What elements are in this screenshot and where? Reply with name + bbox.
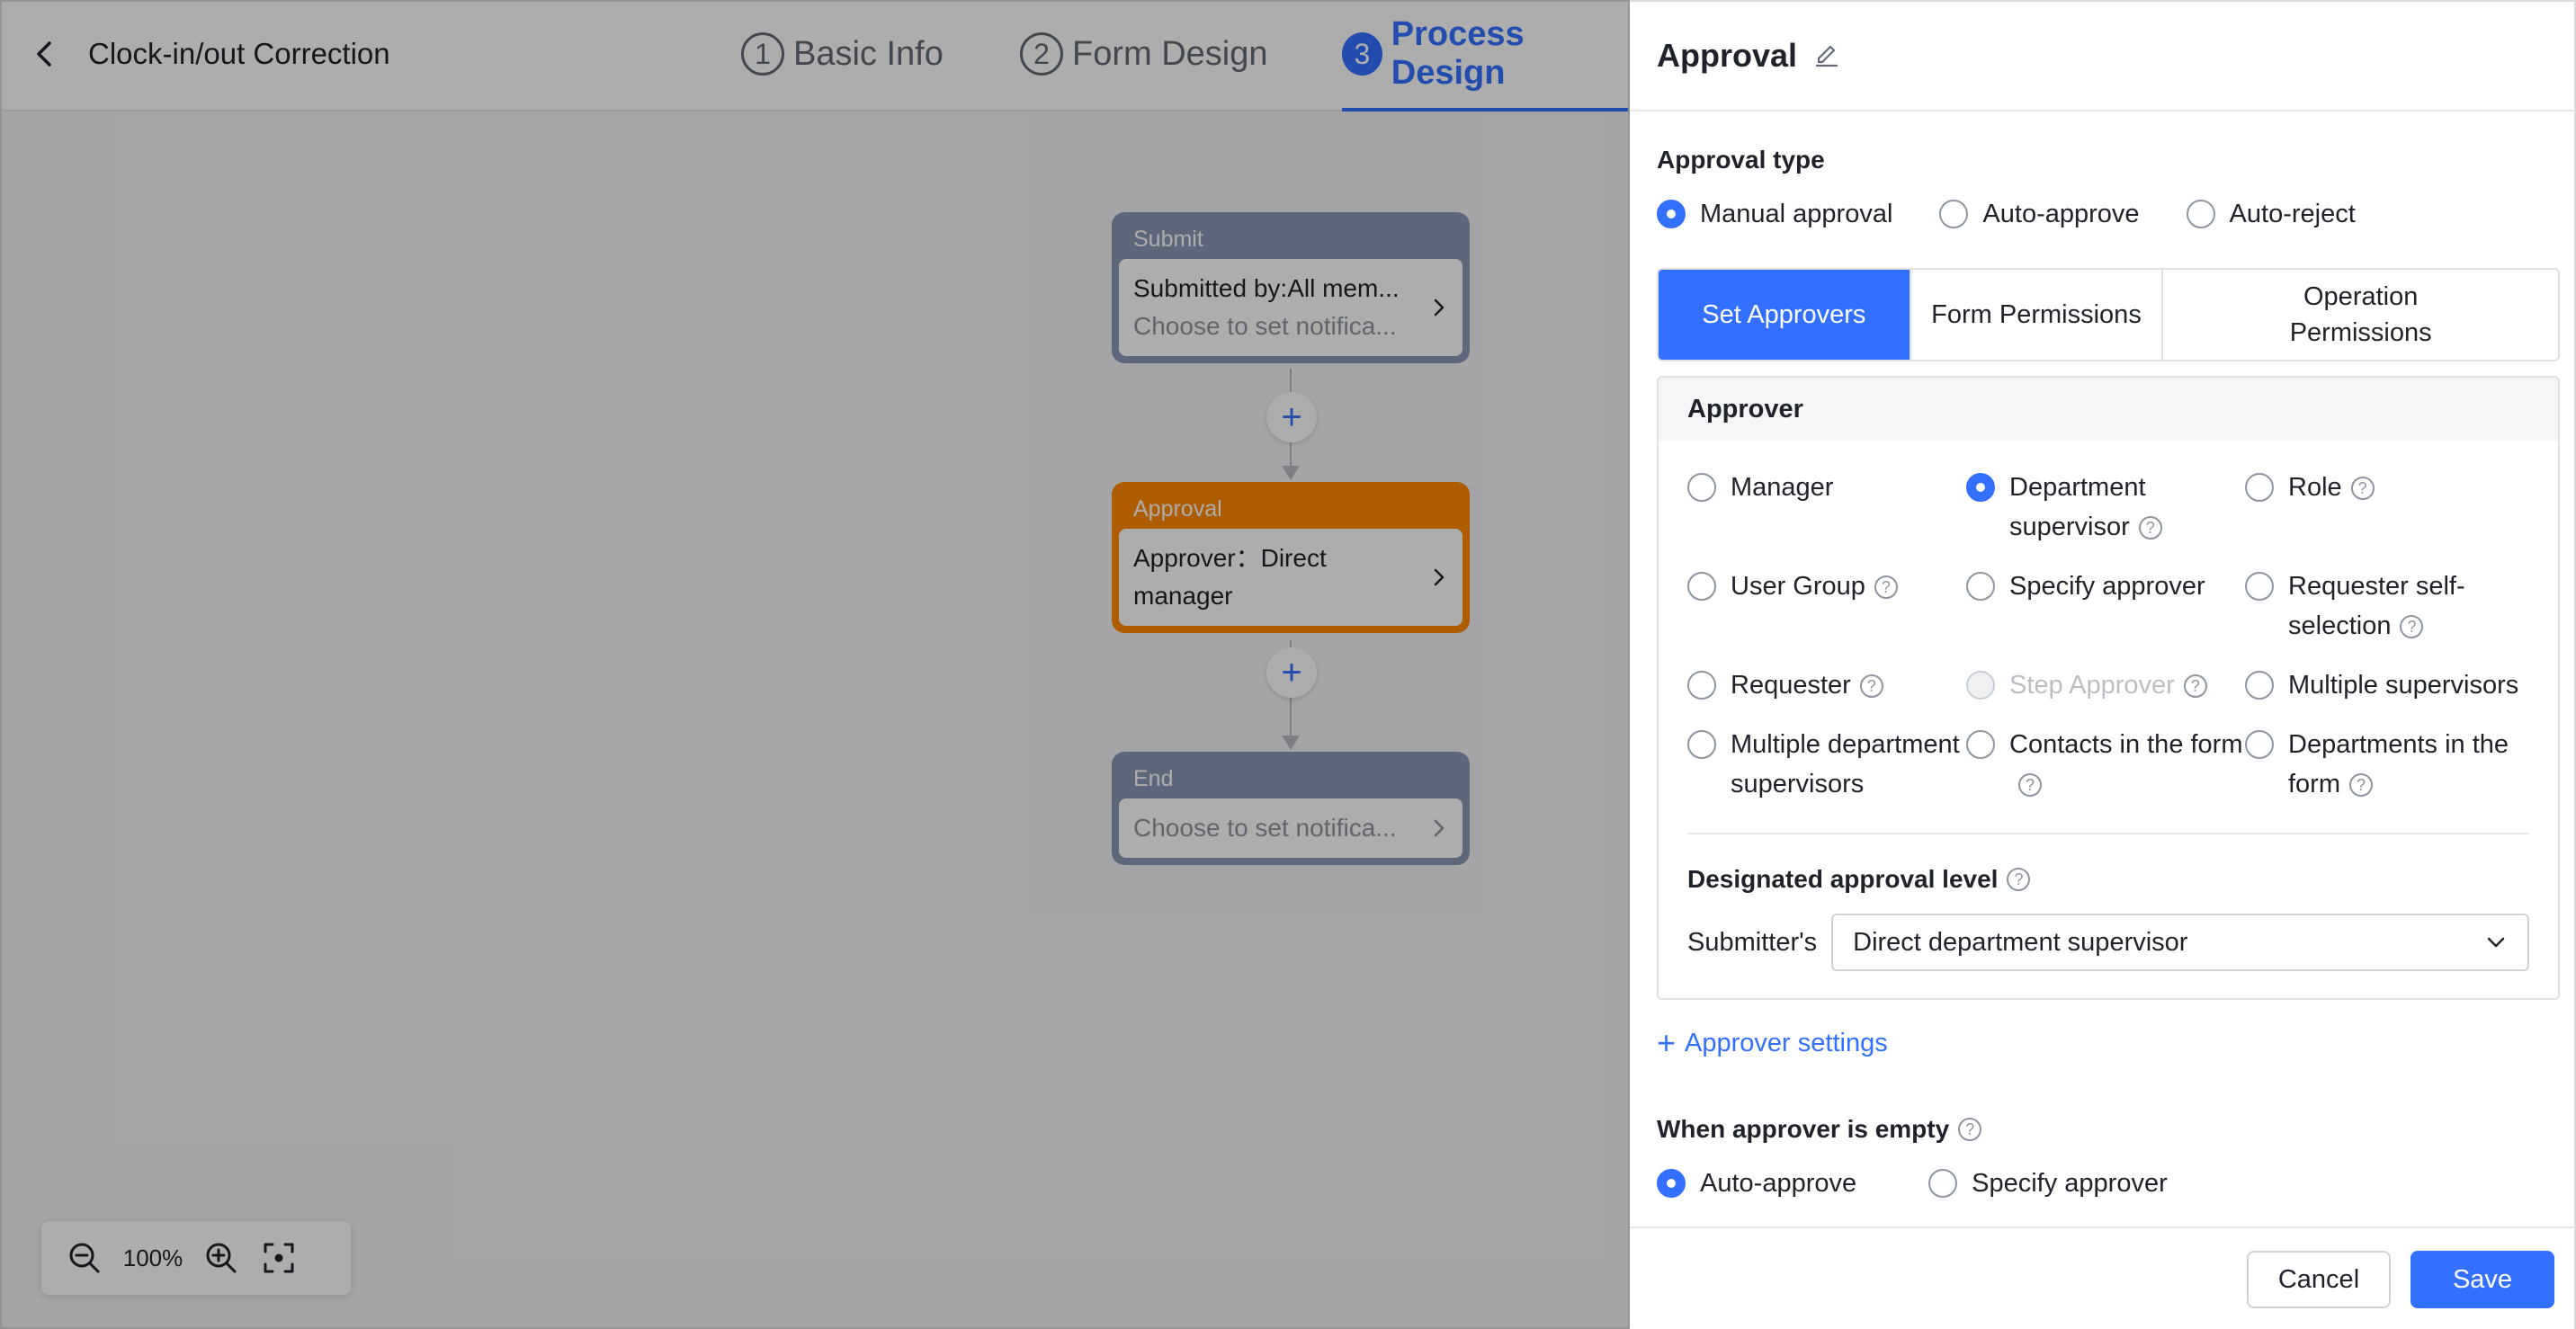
radio-auto-reject[interactable]: Auto-reject: [2186, 194, 2356, 234]
approval-level-heading: Designated approval level ?: [1687, 861, 2529, 897]
radio-user-group[interactable]: User Group?: [1687, 566, 1966, 646]
help-icon[interactable]: ?: [2138, 516, 2162, 540]
radio-unchecked-icon: [1687, 572, 1716, 601]
help-icon[interactable]: ?: [1874, 575, 1898, 600]
empty-approver-heading: When approver is empty ?: [1657, 1111, 2560, 1147]
tab-set-approvers[interactable]: Set Approvers: [1659, 270, 1911, 360]
radio-label: Department supervisor: [2009, 473, 2146, 541]
radio-contacts-in-form[interactable]: Contacts in the form?: [1966, 725, 2245, 804]
settings-tabs: Set Approvers Form Permissions Operation…: [1657, 268, 2560, 361]
help-icon[interactable]: ?: [2018, 773, 2042, 798]
radio-disabled-icon: [1966, 671, 1995, 700]
tab-operation-permissions[interactable]: Operation Permissions: [2163, 270, 2558, 360]
radio-department-supervisor[interactable]: Department supervisor?: [1966, 468, 2245, 547]
radio-unchecked-icon: [1939, 200, 1969, 228]
approval-drawer: Approval Approval type Manual approval A…: [1630, 0, 2576, 1329]
radio-label: Manager: [1731, 473, 1834, 502]
radio-specify-approver[interactable]: Specify approver: [1966, 566, 2245, 646]
help-icon[interactable]: ?: [2400, 615, 2424, 639]
radio-label: Multiple supervisors: [2288, 671, 2519, 700]
save-button[interactable]: Save: [2411, 1251, 2554, 1308]
radio-label: Manual approval: [1700, 200, 1893, 228]
modal-overlay[interactable]: [0, 0, 1630, 1329]
help-icon[interactable]: ?: [2007, 868, 2031, 891]
drawer-header: Approval: [1630, 2, 2574, 111]
submitter-prefix: Submitter's: [1687, 927, 1818, 957]
radio-label: Auto-reject: [2229, 200, 2356, 228]
link-label: Approver settings: [1685, 1028, 1888, 1057]
help-icon[interactable]: ?: [1859, 674, 1883, 699]
select-value: Direct department supervisor: [1853, 927, 2188, 957]
radio-unchecked-icon: [2245, 671, 2274, 700]
radio-label: Step Approver: [2009, 671, 2175, 700]
help-icon[interactable]: ?: [2349, 773, 2373, 798]
chevron-down-icon: [2487, 937, 2505, 948]
radio-empty-auto-approve[interactable]: Auto-approve: [1657, 1164, 1856, 1203]
radio-unchecked-icon: [1928, 1169, 1958, 1198]
radio-label: Departments in the form: [2288, 730, 2509, 798]
radio-multiple-department-supervisors[interactable]: Multiple department supervisors: [1687, 725, 1966, 804]
approver-panel-title: Approver: [1659, 378, 2558, 441]
help-icon[interactable]: ?: [2183, 674, 2207, 699]
radio-checked-icon: [1657, 1169, 1686, 1198]
empty-approver-group: Auto-approve Specify approver: [1657, 1164, 2560, 1203]
radio-label: Specify approver: [1972, 1169, 2168, 1198]
radio-manager[interactable]: Manager: [1687, 468, 1966, 547]
approval-level-label: Designated approval level: [1687, 865, 1999, 893]
radio-label: Auto-approve: [1700, 1169, 1857, 1198]
radio-multiple-supervisors[interactable]: Multiple supervisors: [2245, 665, 2542, 705]
radio-label: Auto-approve: [1982, 200, 2140, 228]
radio-unchecked-icon: [1687, 671, 1716, 700]
radio-manual-approval[interactable]: Manual approval: [1657, 194, 1892, 234]
approver-panel: Approver Manager Department supervisor? …: [1657, 376, 2560, 1000]
radio-unchecked-icon: [2245, 473, 2274, 502]
radio-unchecked-icon: [2186, 200, 2215, 228]
drawer-footer: Cancel Save: [1630, 1226, 2574, 1329]
drawer-title: Approval: [1657, 37, 1798, 74]
radio-requester[interactable]: Requester?: [1687, 665, 1966, 705]
radio-departments-in-form[interactable]: Departments in the form?: [2245, 725, 2542, 804]
radio-checked-icon: [1657, 200, 1686, 228]
approver-options: Manager Department supervisor? Role? Use…: [1687, 468, 2529, 804]
radio-unchecked-icon: [1966, 572, 1995, 601]
radio-auto-approve[interactable]: Auto-approve: [1939, 194, 2140, 234]
radio-label: Contacts in the form: [2009, 730, 2243, 759]
radio-unchecked-icon: [1966, 730, 1995, 759]
radio-label: Specify approver: [2009, 572, 2205, 601]
radio-label: Requester: [1731, 671, 1851, 700]
radio-role[interactable]: Role?: [2245, 468, 2542, 547]
empty-approver-label: When approver is empty: [1657, 1115, 1950, 1143]
help-icon[interactable]: ?: [2350, 477, 2375, 501]
radio-label: Requester self-selection: [2288, 572, 2465, 640]
radio-label: User Group: [1731, 572, 1865, 601]
radio-unchecked-icon: [1687, 473, 1716, 502]
radio-requester-self-selection[interactable]: Requester self-selection?: [2245, 566, 2542, 646]
tab-form-permissions[interactable]: Form Permissions: [1911, 270, 2164, 360]
radio-step-approver: Step Approver?: [1966, 665, 2245, 705]
approval-type-label: Approval type: [1657, 146, 1825, 174]
edit-icon[interactable]: [1813, 42, 1840, 69]
radio-unchecked-icon: [1687, 730, 1716, 759]
help-icon[interactable]: ?: [1958, 1118, 1982, 1141]
drawer-content[interactable]: Approval type Manual approval Auto-appro…: [1630, 111, 2574, 1226]
approval-level-row: Submitter's Direct department supervisor: [1687, 914, 2529, 971]
radio-checked-icon: [1966, 473, 1995, 502]
radio-label: Multiple department supervisors: [1731, 730, 1960, 798]
approval-type-group: Manual approval Auto-approve Auto-reject: [1657, 194, 2560, 234]
radio-empty-specify-approver[interactable]: Specify approver: [1928, 1164, 2168, 1203]
approver-settings-link[interactable]: + Approver settings: [1657, 1027, 2560, 1059]
cancel-button[interactable]: Cancel: [2247, 1251, 2391, 1308]
radio-label: Role: [2288, 473, 2342, 502]
divider: [1687, 833, 2529, 834]
plus-icon: +: [1657, 1024, 1677, 1061]
radio-unchecked-icon: [2245, 572, 2274, 601]
radio-unchecked-icon: [2245, 730, 2274, 759]
approval-level-select[interactable]: Direct department supervisor: [1831, 914, 2529, 971]
